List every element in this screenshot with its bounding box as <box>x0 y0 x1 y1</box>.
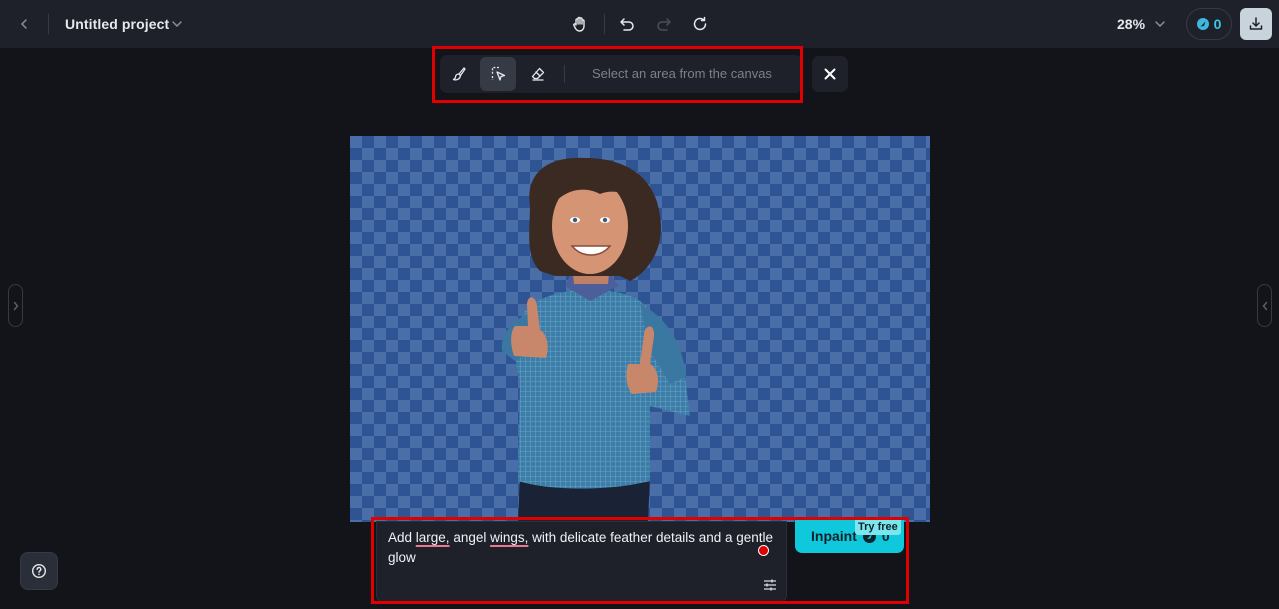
sliders-icon[interactable] <box>762 577 778 593</box>
inpaint-label: Inpaint <box>811 528 857 544</box>
chevron-left-icon <box>1262 301 1267 310</box>
credits-badge[interactable]: 0 <box>1186 8 1232 40</box>
brush-icon <box>452 67 466 81</box>
download-icon <box>1249 17 1263 30</box>
prompt-segment: Add <box>388 530 416 545</box>
brush-tool-button[interactable] <box>441 57 477 91</box>
left-panel-toggle[interactable] <box>8 284 23 327</box>
divider <box>564 65 565 83</box>
close-icon <box>824 68 836 80</box>
prompt-panel: Add large, angel wings, with delicate fe… <box>376 521 787 603</box>
divider <box>604 14 605 34</box>
hand-icon <box>573 16 585 32</box>
prompt-segment-misspelled: wings, <box>490 530 529 545</box>
try-free-badge: Try free <box>855 520 901 535</box>
chevron-down-icon[interactable] <box>1153 17 1167 31</box>
right-panel-toggle[interactable] <box>1257 284 1272 327</box>
close-selection-button[interactable] <box>812 56 848 92</box>
help-circle-icon <box>31 563 47 579</box>
redo-icon <box>657 18 671 31</box>
credits-icon <box>1196 18 1209 30</box>
zoom-level[interactable]: 28% <box>1117 16 1145 32</box>
back-button[interactable] <box>14 14 34 34</box>
undo-button[interactable] <box>617 14 637 34</box>
help-button[interactable] <box>20 552 58 590</box>
top-bar: Untitled project 28% 0 <box>0 0 1279 48</box>
download-button[interactable] <box>1240 8 1272 40</box>
eraser-icon <box>531 67 545 81</box>
selection-toolbar: Select an area from the canvas <box>440 55 802 93</box>
recording-indicator <box>758 545 769 556</box>
select-area-icon <box>491 66 506 81</box>
chevron-right-icon <box>13 301 18 310</box>
chevron-left-icon <box>20 19 27 29</box>
credits-count: 0 <box>1213 16 1222 32</box>
prompt-segment: angel <box>449 530 491 545</box>
prompt-input[interactable]: Add large, angel wings, with delicate fe… <box>388 528 780 568</box>
reset-button[interactable] <box>690 14 710 34</box>
select-area-tool-button[interactable] <box>480 57 516 91</box>
selection-hint: Select an area from the canvas <box>592 66 772 81</box>
undo-icon <box>620 18 634 31</box>
prompt-segment-misspelled: large, <box>415 530 450 545</box>
project-title[interactable]: Untitled project <box>65 16 169 32</box>
redo-button[interactable] <box>654 14 674 34</box>
pan-tool-button[interactable] <box>570 14 590 34</box>
image-canvas[interactable] <box>350 136 930 522</box>
chevron-down-icon[interactable] <box>170 17 184 31</box>
divider <box>48 14 49 34</box>
refresh-icon <box>693 16 707 31</box>
eraser-tool-button[interactable] <box>520 57 556 91</box>
subject-image <box>501 157 690 522</box>
